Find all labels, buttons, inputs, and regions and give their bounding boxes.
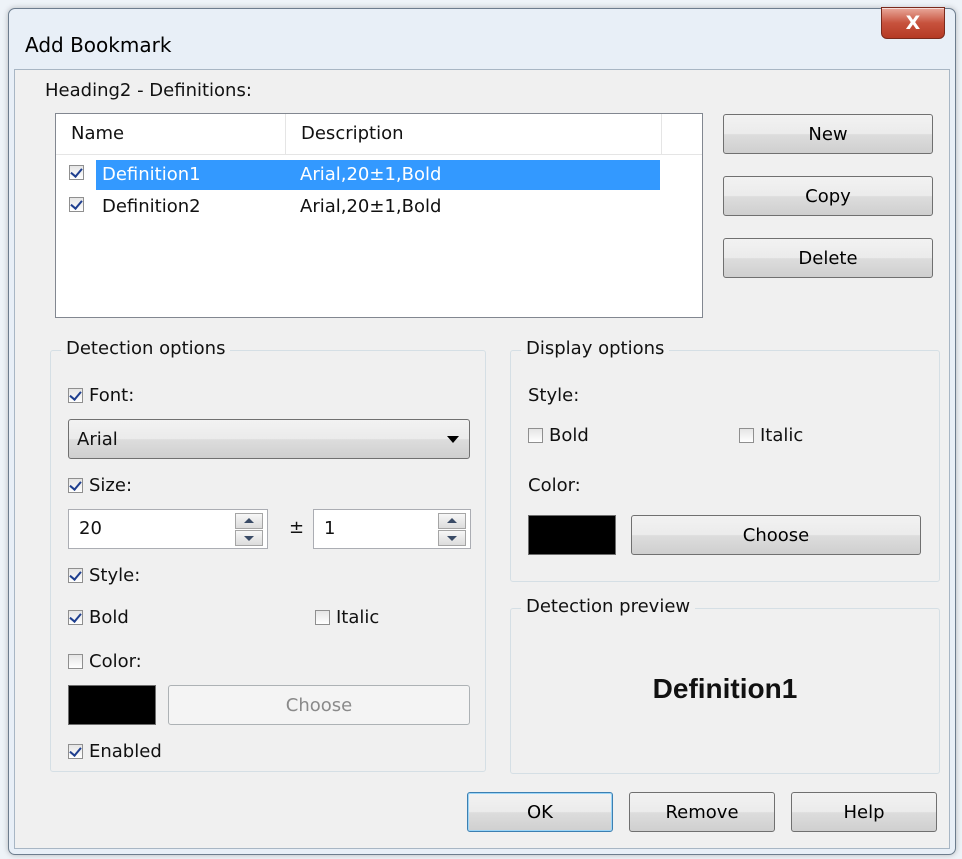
tolerance-value: 1 — [324, 518, 336, 539]
plusminus-label: ± — [289, 517, 305, 538]
help-button[interactable]: Help — [791, 792, 937, 832]
list-header: Name Description — [56, 114, 702, 155]
definitions-list[interactable]: Name Description Definition1 Arial,20±1,… — [55, 113, 703, 318]
size-checkbox[interactable]: Size: — [68, 475, 132, 496]
column-header-description[interactable]: Description — [286, 114, 662, 154]
new-button-label: New — [808, 123, 848, 145]
style-checkbox[interactable]: Style: — [68, 565, 140, 586]
display-style-label: Style: — [528, 385, 580, 406]
delete-button-label: Delete — [798, 247, 858, 269]
font-checkbox-box[interactable] — [68, 388, 83, 403]
row-checkbox[interactable] — [69, 197, 84, 212]
dialog-client-area: Heading2 - Definitions: Name Description… — [14, 69, 950, 849]
display-options-legend: Display options — [521, 338, 670, 359]
detection-preview-legend: Detection preview — [521, 596, 696, 617]
detection-options-legend: Detection options — [61, 338, 231, 359]
spin-up-icon[interactable] — [235, 513, 263, 529]
size-checkbox-box[interactable] — [68, 478, 83, 493]
display-italic-label: Italic — [760, 425, 804, 446]
size-spinner[interactable]: 20 — [68, 509, 268, 549]
display-bold-checkbox[interactable]: Bold — [528, 425, 589, 446]
help-button-label: Help — [843, 801, 885, 823]
list-item[interactable]: Definition1 Arial,20±1,Bold — [56, 160, 664, 190]
spin-down-icon[interactable] — [235, 530, 263, 546]
display-italic-checkbox[interactable]: Italic — [739, 425, 803, 446]
list-item[interactable]: Definition2 Arial,20±1,Bold — [56, 192, 664, 222]
column-header-name[interactable]: Name — [56, 114, 286, 154]
row-description: Arial,20±1,Bold — [300, 196, 442, 217]
copy-button-label: Copy — [805, 185, 851, 207]
window-title: Add Bookmark — [25, 33, 172, 57]
close-button[interactable]: X — [881, 7, 945, 39]
color-checkbox[interactable]: Color: — [68, 651, 142, 672]
chevron-down-icon — [447, 436, 459, 443]
enabled-checkbox[interactable]: Enabled — [68, 741, 162, 762]
display-choose-button[interactable]: Choose — [631, 515, 921, 555]
display-bold-label: Bold — [549, 425, 589, 446]
font-dropdown[interactable]: Arial — [68, 419, 470, 459]
choose-color-label: Choose — [285, 694, 353, 716]
color-swatch — [68, 685, 156, 725]
ok-button-label: OK — [527, 801, 553, 823]
remove-button[interactable]: Remove — [629, 792, 775, 832]
size-checkbox-label: Size: — [89, 475, 133, 496]
style-checkbox-box[interactable] — [68, 568, 83, 583]
spin-down-icon[interactable] — [438, 530, 466, 546]
bold-checkbox[interactable]: Bold — [68, 607, 129, 628]
display-options-group: Display options Style: Bold Italic Color… — [510, 338, 940, 582]
copy-button[interactable]: Copy — [723, 176, 933, 216]
bold-checkbox-box[interactable] — [68, 610, 83, 625]
size-value: 20 — [79, 518, 102, 539]
row-name: Definition1 — [102, 164, 201, 185]
italic-checkbox[interactable]: Italic — [315, 607, 379, 628]
delete-button[interactable]: Delete — [723, 238, 933, 278]
font-checkbox-label: Font: — [89, 385, 135, 406]
italic-checkbox-label: Italic — [336, 607, 380, 628]
enabled-checkbox-label: Enabled — [89, 741, 162, 762]
new-button[interactable]: New — [723, 114, 933, 154]
detection-preview-group: Detection preview Definition1 — [510, 596, 940, 774]
row-name: Definition2 — [102, 196, 201, 217]
row-description: Arial,20±1,Bold — [300, 164, 442, 185]
italic-checkbox-box[interactable] — [315, 610, 330, 625]
display-bold-checkbox-box[interactable] — [528, 428, 543, 443]
display-italic-checkbox-box[interactable] — [739, 428, 754, 443]
detection-options-group: Detection options Font: Arial Size: 20 ±… — [50, 338, 486, 772]
definitions-label: Heading2 - Definitions: — [45, 80, 252, 101]
choose-color-button: Choose — [168, 685, 470, 725]
display-color-swatch — [528, 515, 616, 555]
color-checkbox-box[interactable] — [68, 654, 83, 669]
font-checkbox[interactable]: Font: — [68, 385, 134, 406]
ok-button[interactable]: OK — [467, 792, 613, 832]
font-dropdown-value: Arial — [77, 428, 118, 450]
display-choose-label: Choose — [742, 524, 810, 546]
add-bookmark-dialog: Add Bookmark X Heading2 - Definitions: N… — [8, 7, 956, 855]
definitions-label-text: Heading2 - Definitions: — [45, 80, 252, 101]
row-checkbox[interactable] — [69, 165, 84, 180]
remove-button-label: Remove — [665, 801, 739, 823]
close-icon: X — [905, 12, 921, 34]
enabled-checkbox-box[interactable] — [68, 744, 83, 759]
preview-text: Definition1 — [652, 673, 798, 704]
style-checkbox-label: Style: — [89, 565, 141, 586]
display-color-label: Color: — [528, 475, 581, 496]
spin-up-icon[interactable] — [438, 513, 466, 529]
tolerance-spinner[interactable]: 1 — [313, 509, 471, 549]
color-checkbox-label: Color: — [89, 651, 142, 672]
bold-checkbox-label: Bold — [89, 607, 129, 628]
